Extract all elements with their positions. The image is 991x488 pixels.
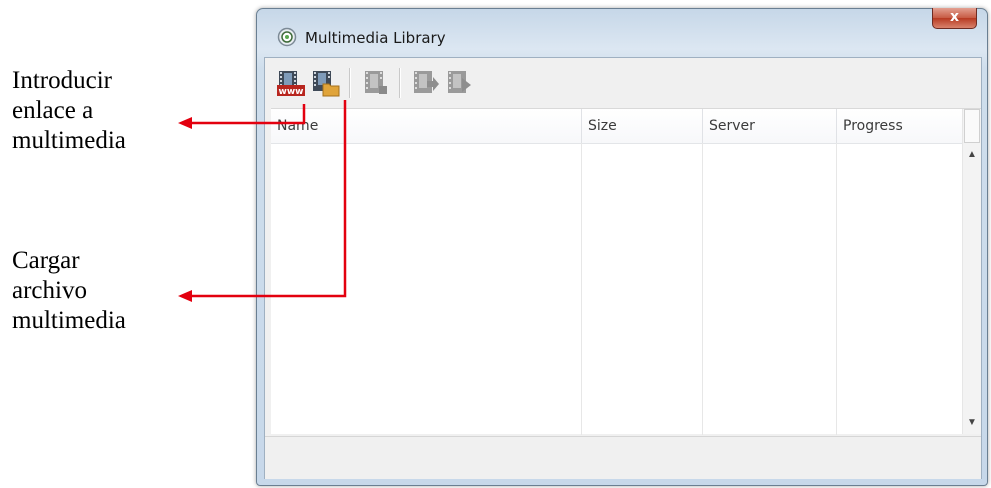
arrow-head-icon bbox=[178, 117, 192, 129]
annotation-line: Introducir bbox=[12, 67, 112, 94]
vertical-scrollbar[interactable]: ▲ ▼ bbox=[962, 109, 981, 434]
column-header-server[interactable]: Server bbox=[703, 109, 836, 143]
window-title: Multimedia Library bbox=[305, 29, 446, 47]
annotation-line: multimedia bbox=[12, 307, 126, 334]
column-label: Server bbox=[709, 118, 755, 134]
scroll-up-icon[interactable]: ▲ bbox=[963, 149, 981, 160]
toolbar: www bbox=[265, 58, 981, 108]
column-header-progress[interactable]: Progress bbox=[837, 109, 963, 143]
toolbar-separator bbox=[349, 68, 351, 98]
app-icon bbox=[277, 27, 297, 47]
column-gridline bbox=[836, 143, 837, 435]
scrollbar-corner bbox=[964, 109, 980, 143]
annotation-line: Cargar bbox=[12, 247, 80, 274]
close-button[interactable]: x bbox=[932, 8, 977, 29]
media-list[interactable]: Name Size Server Progress ▲ ▼ bbox=[271, 108, 981, 435]
arrow-head-icon bbox=[178, 290, 192, 302]
column-header-name[interactable]: Name bbox=[271, 109, 581, 143]
film-play-icon[interactable] bbox=[443, 68, 475, 98]
film-folder-icon[interactable] bbox=[309, 68, 341, 98]
film-edit-icon[interactable] bbox=[359, 68, 391, 98]
column-gridline bbox=[581, 143, 582, 435]
annotation-link: Introducir enlace a multimedia bbox=[12, 66, 126, 156]
film-www-icon[interactable]: www bbox=[275, 68, 307, 98]
scroll-down-icon[interactable]: ▼ bbox=[963, 417, 981, 428]
close-icon: x bbox=[949, 9, 960, 25]
column-label: Progress bbox=[843, 118, 903, 134]
annotation-line: multimedia bbox=[12, 127, 126, 154]
annotation-line: enlace a bbox=[12, 97, 94, 124]
list-header: Name Size Server Progress bbox=[271, 109, 963, 144]
column-header-size[interactable]: Size bbox=[582, 109, 702, 143]
toolbar-separator bbox=[399, 68, 401, 98]
window-client: www Name Size Server Progress ▲ ▼ bbox=[264, 57, 982, 479]
svg-text:www: www bbox=[279, 87, 304, 97]
status-bar bbox=[265, 436, 981, 479]
column-label: Size bbox=[588, 118, 617, 134]
column-gridline bbox=[702, 143, 703, 435]
column-label: Name bbox=[277, 118, 319, 134]
annotation-line: archivo bbox=[12, 277, 87, 304]
film-export-icon[interactable] bbox=[409, 68, 441, 98]
multimedia-library-window: Multimedia Library x www Name Size Serve… bbox=[256, 8, 988, 486]
annotation-file: Cargar archivo multimedia bbox=[12, 246, 126, 336]
